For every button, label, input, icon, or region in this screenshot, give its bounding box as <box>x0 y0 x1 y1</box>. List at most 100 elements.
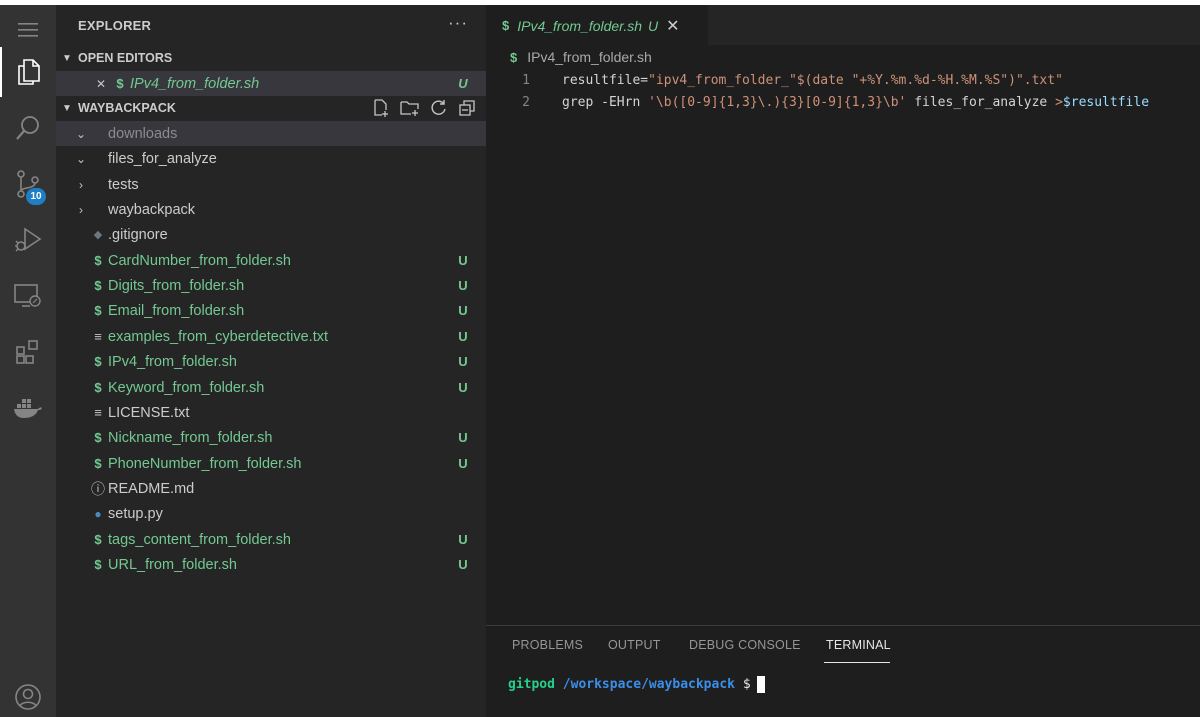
sidebar-title: EXPLORER <box>78 18 152 33</box>
tree-folder[interactable]: › waybackpack <box>56 197 486 222</box>
tree-file[interactable]: $ Nickname_from_folder.sh U <box>56 425 486 450</box>
tree-item-label: Email_from_folder.sh <box>108 302 245 319</box>
editor-area: $ IPv4_from_folder.sh U ✕ $ IPv4_from_fo… <box>486 5 1200 625</box>
chevron-down-icon: ⌄ <box>75 126 87 141</box>
tab-terminal[interactable]: TERMINAL <box>826 638 891 652</box>
shell-file-icon: $ <box>502 18 510 33</box>
code-line: 2 grep -EHrn '\b([0-9]{1,3}\.){3}[0-9]{1,… <box>486 91 1200 113</box>
tree-item-label: files_for_analyze <box>108 150 217 167</box>
shell-file-icon: $ <box>116 76 124 91</box>
close-icon[interactable]: ✕ <box>666 16 679 36</box>
tree-item-label: Nickname_from_folder.sh <box>108 429 273 446</box>
git-status-badge: U <box>458 456 468 471</box>
extensions-icon[interactable] <box>0 327 56 377</box>
git-status-badge: U <box>458 380 468 395</box>
open-editors-header[interactable]: ▼ OPEN EDITORS <box>56 46 486 70</box>
tree-folder[interactable]: ⌄ downloads <box>56 121 486 146</box>
git-status-badge: U <box>458 354 468 369</box>
tree-item-label: README.md <box>108 480 195 497</box>
chevron-down-icon: ⌄ <box>75 151 87 166</box>
more-actions-icon[interactable]: ··· <box>448 13 468 33</box>
code-token: "ipv4_from_folder_"$(date "+%Y.%m.%d-%H.… <box>648 72 1063 88</box>
git-status-badge: U <box>458 557 468 572</box>
tab-problems[interactable]: PROBLEMS <box>512 638 583 652</box>
active-tab-indicator <box>824 662 890 663</box>
docker-icon[interactable] <box>0 383 56 433</box>
tree-item-label: tests <box>108 176 139 193</box>
tree-item-label: URL_from_folder.sh <box>108 556 237 573</box>
tree-item-label: Digits_from_folder.sh <box>108 277 245 294</box>
new-folder-icon[interactable] <box>400 99 420 117</box>
tree-file[interactable]: $ CardNumber_from_folder.sh U <box>56 248 486 273</box>
tree-file[interactable]: ◆ .gitignore <box>56 222 486 247</box>
code-token: '\b([0-9]{1,3}\.){3}[0-9]{1,3}\b' <box>648 94 907 110</box>
code-token: grep -EHrn <box>562 94 649 110</box>
explorer-toolbar <box>372 96 476 120</box>
code-editor[interactable]: 1 resultfile="ipv4_from_folder_"$(date "+… <box>486 69 1200 113</box>
project-header[interactable]: ▼ WAYBACKPACK <box>56 96 486 120</box>
tree-file[interactable]: ● setup.py <box>56 501 486 526</box>
tree-item-label: PhoneNumber_from_folder.sh <box>108 455 302 472</box>
line-content: resultfile="ipv4_from_folder_"$(date "+%… <box>562 73 1063 88</box>
bottom-panel: PROBLEMS OUTPUT DEBUG CONSOLE TERMINAL g… <box>486 625 1200 717</box>
new-file-icon[interactable] <box>372 99 390 117</box>
code-token: $resultfile <box>1062 94 1150 110</box>
tree-file[interactable]: ⓘ README.md <box>56 476 486 501</box>
shell-file-icon: $ <box>94 278 102 293</box>
tree-file[interactable]: $ IPv4_from_folder.sh U <box>56 349 486 374</box>
tree-file[interactable]: $ PhoneNumber_from_folder.sh U <box>56 451 486 476</box>
refresh-icon[interactable] <box>430 99 448 117</box>
tree-folder[interactable]: ⌄ files_for_analyze <box>56 146 486 171</box>
tab-debug-console[interactable]: DEBUG CONSOLE <box>689 638 801 652</box>
tree-file[interactable]: $ tags_content_from_folder.sh U <box>56 527 486 552</box>
gitignore-icon: ◆ <box>93 229 103 241</box>
close-icon[interactable]: ✕ <box>92 77 110 91</box>
search-icon[interactable] <box>0 103 56 153</box>
text-file-icon: ≡ <box>94 405 102 420</box>
tree-folder[interactable]: › tests <box>56 172 486 197</box>
tree-item-label: tags_content_from_folder.sh <box>108 531 291 548</box>
chevron-right-icon: › <box>79 202 83 217</box>
project-label: WAYBACKPACK <box>78 101 176 115</box>
collapse-all-icon[interactable] <box>458 99 476 117</box>
editor-tab[interactable]: $ IPv4_from_folder.sh U ✕ <box>486 5 708 45</box>
text-file-icon: ≡ <box>94 329 102 344</box>
tree-file[interactable]: $ Keyword_from_folder.sh U <box>56 375 486 400</box>
shell-file-icon: $ <box>94 303 102 318</box>
chevron-down-icon: ▼ <box>62 52 72 64</box>
tree-file[interactable]: $ Digits_from_folder.sh U <box>56 273 486 298</box>
git-status-badge: U <box>458 76 468 91</box>
tree-item-label: Keyword_from_folder.sh <box>108 379 265 396</box>
tree-item-label: LICENSE.txt <box>108 404 190 421</box>
tree-item-label: .gitignore <box>108 226 168 243</box>
account-icon[interactable] <box>0 672 56 717</box>
git-status-badge: U <box>458 303 468 318</box>
terminal-prompt-symbol: $ <box>742 677 751 692</box>
tree-file[interactable]: ≡ LICENSE.txt <box>56 400 486 425</box>
tree-item-label: waybackpack <box>108 201 196 218</box>
open-editor-item[interactable]: ✕ $ IPv4_from_folder.sh U <box>56 71 486 96</box>
open-editor-filename: IPv4_from_folder.sh <box>130 75 260 92</box>
shell-file-icon: $ <box>94 456 102 471</box>
shell-file-icon: $ <box>510 49 518 65</box>
line-number: 2 <box>522 94 530 110</box>
remote-explorer-icon[interactable] <box>0 271 56 321</box>
tree-file[interactable]: ≡ examples_from_cyberdetective.txt U <box>56 324 486 349</box>
tree-item-label: downloads <box>108 125 178 142</box>
open-editors-label: OPEN EDITORS <box>78 51 173 65</box>
explorer-icon[interactable] <box>0 47 56 97</box>
tree-item-label: CardNumber_from_folder.sh <box>108 252 291 269</box>
tab-output[interactable]: OUTPUT <box>608 638 661 652</box>
shell-file-icon: $ <box>94 532 102 547</box>
code-token: > <box>1055 94 1063 110</box>
tree-file[interactable]: $ URL_from_folder.sh U <box>56 552 486 577</box>
tree-file[interactable]: $ Email_from_folder.sh U <box>56 298 486 323</box>
git-status-badge: U <box>458 329 468 344</box>
breadcrumb-filename[interactable]: IPv4_from_folder.sh <box>527 49 652 65</box>
python-icon: ● <box>94 506 102 521</box>
terminal-prompt[interactable]: gitpod /workspace/waybackpack $ <box>508 676 765 693</box>
run-debug-icon[interactable] <box>0 215 56 265</box>
shell-file-icon: $ <box>94 430 102 445</box>
code-line: 1 resultfile="ipv4_from_folder_"$(date "+… <box>486 69 1200 91</box>
tab-git-status: U <box>648 17 659 34</box>
